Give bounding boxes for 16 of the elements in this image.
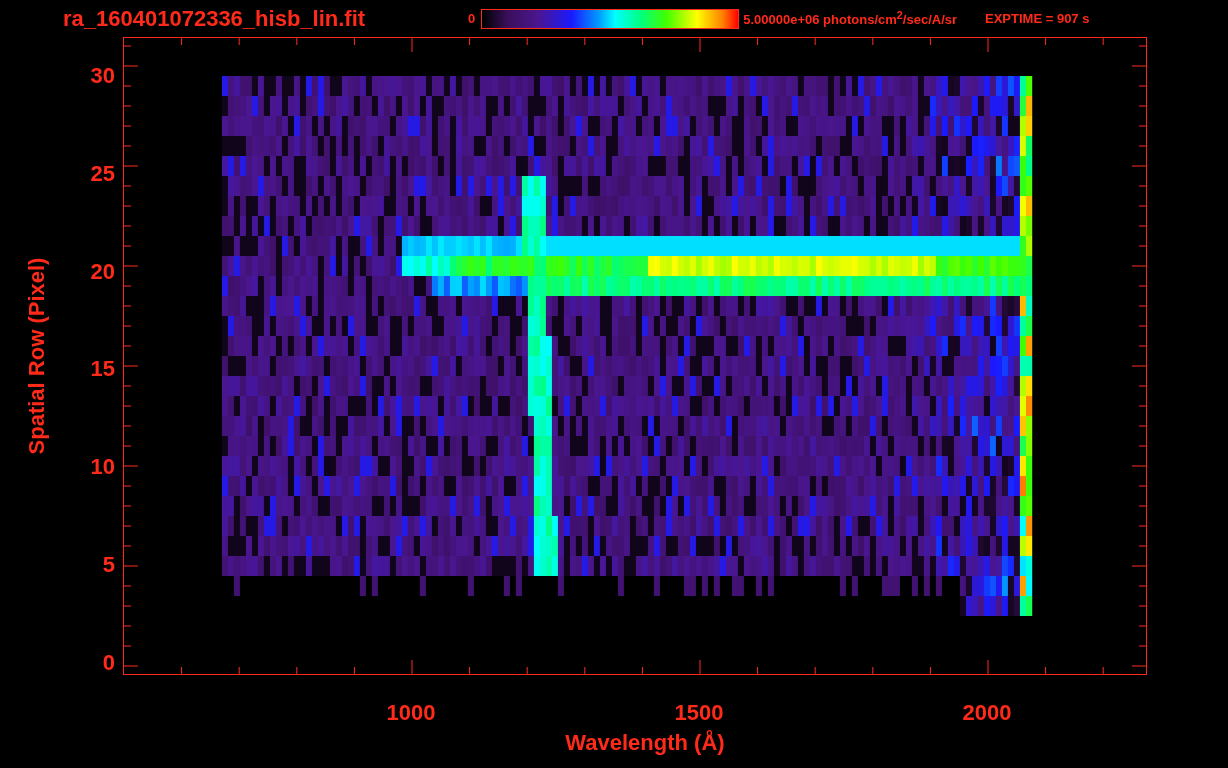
colorbar-max-label: 5.00000e+06 photons/cm$^{2}$/sec/A/sr: [743, 9, 958, 28]
y-tick-label: 20: [90, 259, 115, 284]
x-axis-label: Wavelength (Å): [565, 730, 725, 756]
x-tick-label: 1000: [385, 700, 437, 726]
x-tick-label: 2000: [961, 700, 1013, 726]
y-axis-label: Spatial Row (Pixel): [24, 257, 51, 455]
y-tick-label: 15: [90, 357, 115, 382]
y-tick-label: 5: [102, 553, 115, 578]
file-name: ra_160401072336_hisb_lin.fit: [63, 5, 367, 32]
x-tick-label: 1500: [673, 700, 725, 726]
y-tick-label: 30: [90, 64, 115, 88]
y-tick-label: 10: [90, 455, 115, 480]
y-tick-label: 25: [90, 161, 115, 186]
colorbar-min-label: 0: [468, 11, 476, 26]
exposure-time: EXPTIME = 907 s: [985, 11, 1090, 26]
y-tick-label: 0: [102, 650, 115, 675]
